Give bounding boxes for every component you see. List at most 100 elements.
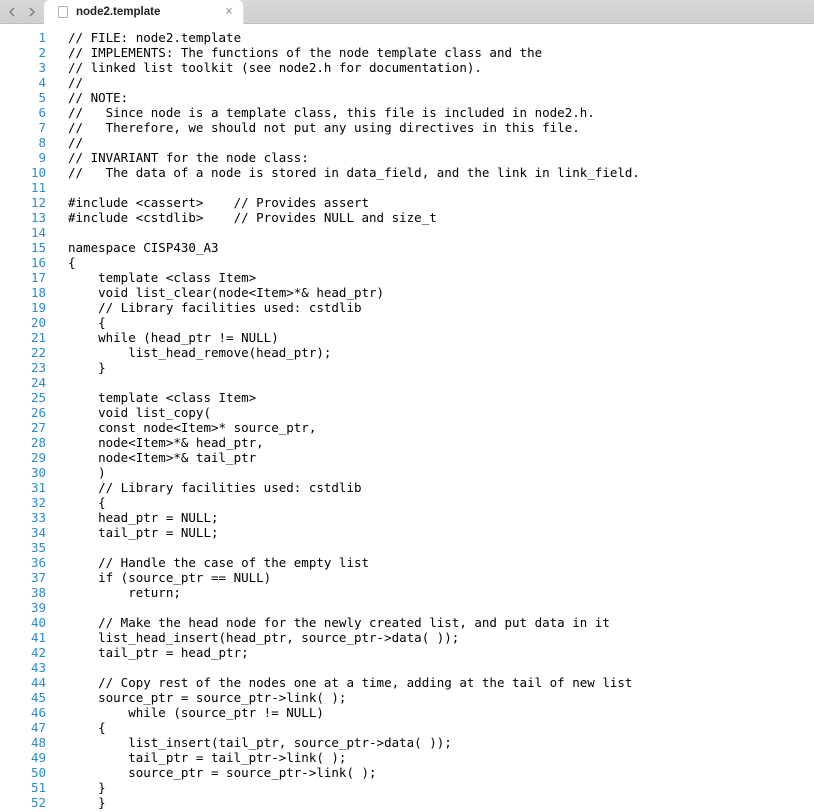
line-number: 23 (0, 360, 46, 375)
chevron-left-icon (8, 7, 16, 17)
code-line: // (68, 135, 814, 150)
code-line: if (source_ptr == NULL) (68, 570, 814, 585)
line-number: 16 (0, 255, 46, 270)
line-number: 21 (0, 330, 46, 345)
tab-label: node2.template (76, 6, 160, 18)
code-line: #include <cstdlib> // Provides NULL and … (68, 210, 814, 225)
chevron-right-icon (28, 7, 36, 17)
line-number: 49 (0, 750, 46, 765)
code-line: // (68, 75, 814, 90)
code-line: { (68, 720, 814, 735)
close-icon: × (225, 5, 233, 18)
line-number: 19 (0, 300, 46, 315)
code-line: // Library facilities used: cstdlib (68, 480, 814, 495)
line-number: 42 (0, 645, 46, 660)
line-number: 7 (0, 120, 46, 135)
line-number: 35 (0, 540, 46, 555)
code-line: void list_copy( (68, 405, 814, 420)
line-number: 29 (0, 450, 46, 465)
line-number: 18 (0, 285, 46, 300)
line-number: 33 (0, 510, 46, 525)
code-line (68, 180, 814, 195)
code-line: tail_ptr = NULL; (68, 525, 814, 540)
line-number: 30 (0, 465, 46, 480)
code-line: // Library facilities used: cstdlib (68, 300, 814, 315)
code-editor[interactable]: 1234567891011121314151617181920212223242… (0, 24, 814, 812)
code-line: const node<Item>* source_ptr, (68, 420, 814, 435)
file-icon (58, 6, 68, 18)
line-number: 5 (0, 90, 46, 105)
line-number: 45 (0, 690, 46, 705)
code-line: node<Item>*& tail_ptr (68, 450, 814, 465)
code-line: { (68, 315, 814, 330)
code-line: list_insert(tail_ptr, source_ptr->data( … (68, 735, 814, 750)
line-number: 34 (0, 525, 46, 540)
code-line: void list_clear(node<Item>*& head_ptr) (68, 285, 814, 300)
code-line: list_head_remove(head_ptr); (68, 345, 814, 360)
line-number: 3 (0, 60, 46, 75)
code-line: namespace CISP430_A3 (68, 240, 814, 255)
code-line: template <class Item> (68, 270, 814, 285)
code-line (68, 600, 814, 615)
tab-close-button[interactable]: × (223, 6, 235, 18)
code-line: } (68, 360, 814, 375)
nav-back-button[interactable] (6, 6, 18, 18)
code-line: } (68, 795, 814, 810)
code-line: // Therefore, we should not put any usin… (68, 120, 814, 135)
code-line: // INVARIANT for the node class: (68, 150, 814, 165)
line-number: 52 (0, 795, 46, 810)
code-line: // IMPLEMENTS: The functions of the node… (68, 45, 814, 60)
code-line: // NOTE: (68, 90, 814, 105)
code-line: // Handle the case of the empty list (68, 555, 814, 570)
code-line: // Make the head node for the newly crea… (68, 615, 814, 630)
line-number: 6 (0, 105, 46, 120)
code-line: // linked list toolkit (see node2.h for … (68, 60, 814, 75)
code-line: head_ptr = NULL; (68, 510, 814, 525)
line-number: 9 (0, 150, 46, 165)
line-number: 4 (0, 75, 46, 90)
code-line (68, 375, 814, 390)
code-line: tail_ptr = tail_ptr->link( ); (68, 750, 814, 765)
line-number: 31 (0, 480, 46, 495)
line-number: 46 (0, 705, 46, 720)
line-number: 1 (0, 30, 46, 45)
code-line: // Copy rest of the nodes one at a time,… (68, 675, 814, 690)
code-line (68, 660, 814, 675)
line-number: 41 (0, 630, 46, 645)
code-line: // Since node is a template class, this … (68, 105, 814, 120)
code-line: tail_ptr = head_ptr; (68, 645, 814, 660)
line-number: 13 (0, 210, 46, 225)
line-number: 25 (0, 390, 46, 405)
line-number: 43 (0, 660, 46, 675)
line-number: 10 (0, 165, 46, 180)
line-number: 8 (0, 135, 46, 150)
line-number: 51 (0, 780, 46, 795)
line-number: 2 (0, 45, 46, 60)
line-number-gutter: 1234567891011121314151617181920212223242… (0, 24, 56, 812)
code-line: // FILE: node2.template (68, 30, 814, 45)
line-number: 15 (0, 240, 46, 255)
code-line: ) (68, 465, 814, 480)
code-line: template <class Item> (68, 390, 814, 405)
line-number: 27 (0, 420, 46, 435)
line-number: 20 (0, 315, 46, 330)
code-line: source_ptr = source_ptr->link( ); (68, 690, 814, 705)
code-line: { (68, 255, 814, 270)
line-number: 17 (0, 270, 46, 285)
line-number: 37 (0, 570, 46, 585)
code-line: return; (68, 585, 814, 600)
line-number: 28 (0, 435, 46, 450)
code-line: } (68, 780, 814, 795)
code-content[interactable]: // FILE: node2.template// IMPLEMENTS: Th… (56, 24, 814, 812)
line-number: 44 (0, 675, 46, 690)
editor-tab[interactable]: node2.template × (44, 0, 244, 24)
code-line: list_head_insert(head_ptr, source_ptr->d… (68, 630, 814, 645)
code-line (68, 225, 814, 240)
line-number: 47 (0, 720, 46, 735)
line-number: 11 (0, 180, 46, 195)
nav-forward-button[interactable] (26, 6, 38, 18)
line-number: 38 (0, 585, 46, 600)
line-number: 50 (0, 765, 46, 780)
line-number: 22 (0, 345, 46, 360)
code-line: { (68, 495, 814, 510)
